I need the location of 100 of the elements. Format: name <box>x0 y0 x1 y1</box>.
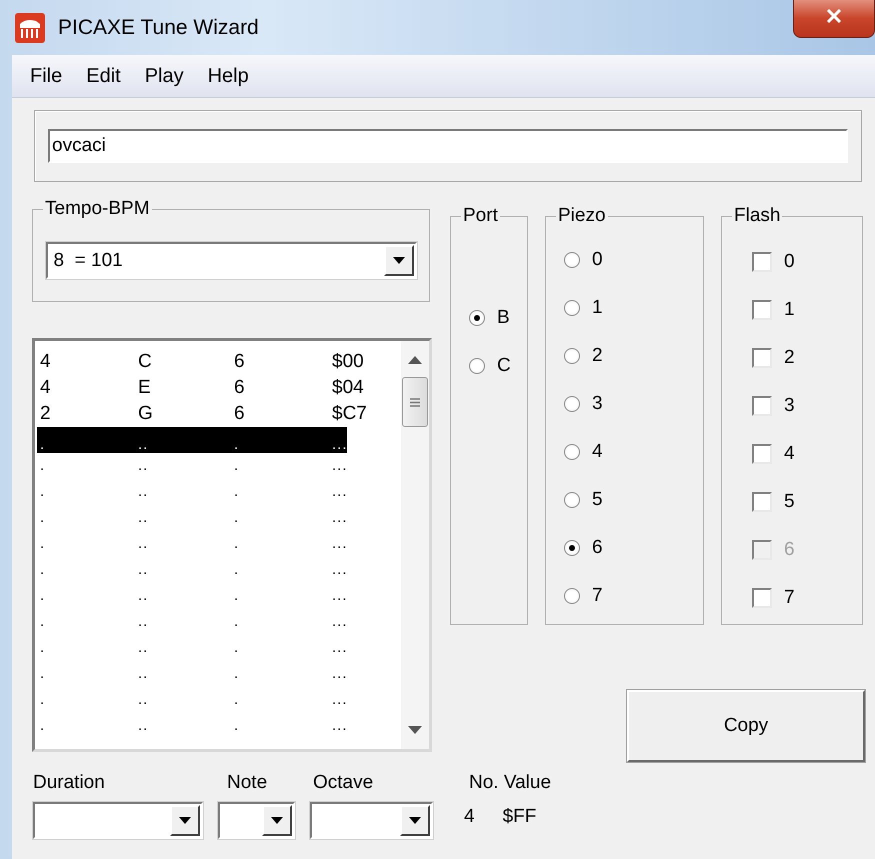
list-cell-text: .. <box>137 666 150 682</box>
list-cell-text: . <box>233 718 240 734</box>
list-cell-text: ... <box>331 536 349 552</box>
list-cell-text: . <box>233 484 240 500</box>
scroll-down-icon[interactable] <box>408 726 422 734</box>
menu-item[interactable]: Help <box>196 64 261 88</box>
list-cell-text: ... <box>331 510 349 526</box>
list-cell-text: ... <box>331 666 349 682</box>
list-row[interactable]: . .. . ... <box>37 505 401 531</box>
list-row[interactable]: . .. . ... <box>37 713 401 739</box>
list-row[interactable]: . .. . ... <box>37 531 401 557</box>
dropdown-button[interactable] <box>170 805 200 836</box>
radio-button[interactable]: 3 <box>564 393 603 415</box>
value-text: $FF <box>502 806 536 828</box>
radio-button[interactable]: 2 <box>564 345 603 367</box>
caret-icon <box>271 817 283 824</box>
dropdown-button[interactable] <box>400 805 430 836</box>
checkbox[interactable]: 2 <box>752 347 795 369</box>
menu-item[interactable]: Edit <box>74 64 133 88</box>
menu-item[interactable]: File <box>18 64 74 88</box>
radio-button[interactable]: B <box>469 307 511 329</box>
list-row[interactable]: . .. . ... <box>37 427 347 453</box>
list-cell-text: ... <box>331 562 349 578</box>
list-cell-text: . <box>233 458 240 474</box>
tune-name-field[interactable]: ovcaci <box>48 129 848 163</box>
list-cell-text: 2 <box>39 403 52 425</box>
copy-button[interactable]: Copy <box>627 690 865 762</box>
list-cell-text: . <box>233 437 240 453</box>
list-cell-text: . <box>39 458 46 474</box>
list-row[interactable]: 2 G 6 $C7 <box>37 401 401 427</box>
list-row[interactable]: 4 C 6 $00 <box>37 349 401 375</box>
radio-button[interactable]: 7 <box>564 585 603 607</box>
list-row[interactable]: . .. . ... <box>37 635 401 661</box>
list-row[interactable]: . .. . ... <box>37 557 401 583</box>
list-cell-text: . <box>39 588 46 604</box>
list-cell-text: 6 <box>233 377 246 399</box>
group-label: Tempo-BPM <box>44 198 151 220</box>
list-row[interactable]: . .. . ... <box>37 687 401 713</box>
checkbox[interactable]: 7 <box>752 587 795 609</box>
scroll-up-icon[interactable] <box>408 356 422 364</box>
list-cell-text: .. <box>137 437 150 453</box>
list-cell-text: ... <box>331 588 349 604</box>
list-cell-text: . <box>233 640 240 656</box>
duration-dropdown[interactable] <box>33 802 203 839</box>
list-row[interactable]: 4 E 6 $04 <box>37 375 401 401</box>
group-label: Port <box>462 205 499 227</box>
grip-icon <box>410 398 420 406</box>
list-cell-text: 4 <box>39 351 52 373</box>
radio-button[interactable]: 5 <box>564 489 603 511</box>
note-dropdown[interactable] <box>218 802 295 839</box>
list-cell-text: . <box>233 510 240 526</box>
tempo-dropdown[interactable]: 8 = 101 <box>46 242 416 279</box>
group-label: Flash <box>733 205 782 227</box>
number-text: 4 <box>464 806 475 828</box>
list-row[interactable]: . .. . ... <box>37 583 401 609</box>
window-title: PICAXE Tune Wizard <box>58 16 259 40</box>
radio-button[interactable]: C <box>469 355 511 377</box>
checkbox[interactable]: 1 <box>752 299 795 321</box>
radio-button[interactable]: 0 <box>564 249 603 271</box>
radio-button[interactable]: 4 <box>564 441 603 463</box>
close-icon <box>826 9 842 23</box>
no-value-label: No. Value <box>469 772 552 794</box>
list-cell-text: .. <box>137 458 150 474</box>
list-cell-text: .. <box>137 510 150 526</box>
list-cell-text: .. <box>137 562 150 578</box>
close-button[interactable] <box>793 0 875 38</box>
list-cell-text: E <box>137 377 152 399</box>
note-label: Note <box>227 772 268 794</box>
notes-list[interactable]: 4 C 6 $00 4 E 6 $04 2 G 6 $C7 . .. . ... . .. . ... . .. . ... . .. . ... . .. . ... . .. . ... . .. . ... . .. . ... . .. . ... . .. . ... . .. . ... . .. . ... <box>32 338 432 752</box>
list-cell-text: ... <box>331 437 349 453</box>
list-row[interactable]: . .. . ... <box>37 609 401 635</box>
checkbox[interactable]: 0 <box>752 251 795 273</box>
scroll-thumb[interactable] <box>402 377 428 427</box>
list-row[interactable]: . .. . ... <box>37 479 401 505</box>
menu-item[interactable]: Play <box>132 64 196 88</box>
checkbox[interactable]: 5 <box>752 491 795 513</box>
radio-button[interactable]: 1 <box>564 297 603 319</box>
list-cell-text: .. <box>137 718 150 734</box>
list-row[interactable]: . .. . ... <box>37 661 401 687</box>
duration-label: Duration <box>33 772 106 794</box>
octave-dropdown[interactable] <box>310 802 433 839</box>
list-cell-text: ... <box>331 614 349 630</box>
dropdown-button[interactable] <box>384 245 414 276</box>
list-cell-text: . <box>39 640 46 656</box>
list-cell-text: . <box>39 614 46 630</box>
list-cell-text: ... <box>331 640 349 656</box>
app-icon <box>14 12 46 44</box>
list-cell-text: . <box>39 692 46 708</box>
list-cell-text: ... <box>331 484 349 500</box>
checkbox[interactable]: 3 <box>752 395 795 417</box>
list-cell-text: . <box>39 510 46 526</box>
list-cell-text: .. <box>137 588 150 604</box>
list-cell-text: .. <box>137 484 150 500</box>
list-row[interactable]: . .. . ... <box>37 453 401 479</box>
checkbox[interactable]: 4 <box>752 443 795 465</box>
radio-button[interactable]: 6 <box>564 537 603 559</box>
dropdown-button[interactable] <box>262 805 292 836</box>
caret-icon <box>409 817 421 824</box>
scrollbar[interactable] <box>401 341 429 749</box>
list-cell-text: . <box>39 562 46 578</box>
